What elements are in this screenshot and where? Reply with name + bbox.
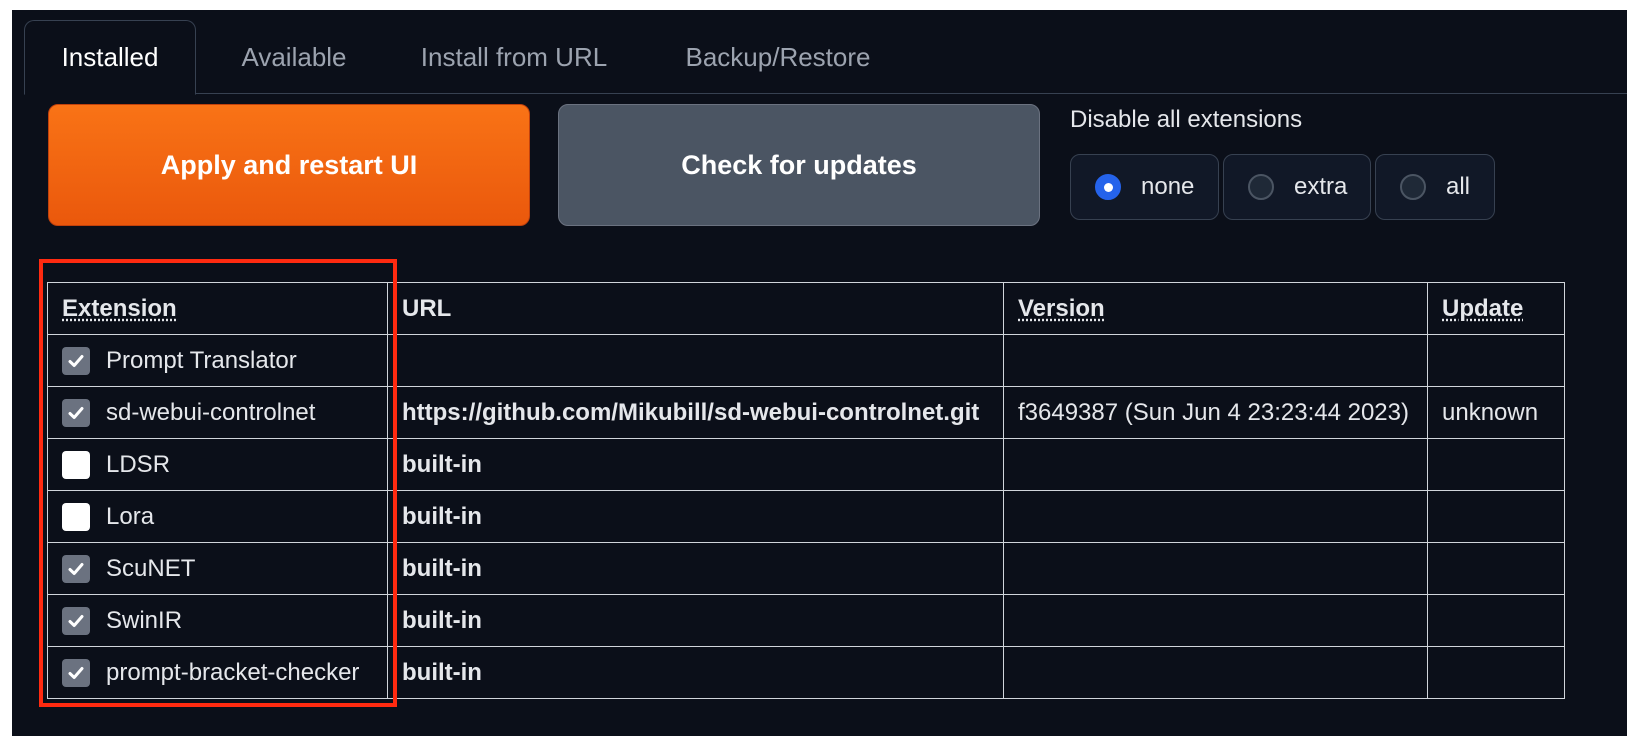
update-cell	[1427, 542, 1565, 595]
update-cell	[1427, 594, 1565, 647]
table-row: sd-webui-controlnet https://github.com/Mi…	[47, 386, 1565, 439]
table-row: Lora built-in	[47, 490, 1565, 543]
table-row: ScuNET built-in	[47, 542, 1565, 595]
header-update: Update	[1427, 282, 1565, 335]
radio-option-label: none	[1141, 173, 1195, 200]
extension-name: ScuNET	[106, 554, 196, 582]
header-version: Version	[1003, 282, 1428, 335]
extension-name: SwinIR	[106, 606, 183, 634]
checkbox-checked[interactable]	[62, 606, 90, 635]
radio-unselected-icon	[1400, 174, 1426, 200]
apply-restart-button[interactable]: Apply and restart UI	[48, 104, 530, 226]
version-cell	[1003, 334, 1428, 387]
radio-option-label: extra	[1294, 173, 1348, 200]
checkbox-checked[interactable]	[62, 398, 90, 427]
update-cell	[1427, 646, 1565, 699]
extension-cell: SwinIR	[47, 594, 388, 647]
extension-cell: sd-webui-controlnet	[47, 386, 388, 439]
radio-option-extra[interactable]: extra	[1223, 154, 1371, 220]
checkbox-checked[interactable]	[62, 554, 90, 583]
tab-install-from-url[interactable]: Install from URL	[394, 20, 634, 94]
radio-unselected-icon	[1248, 174, 1274, 200]
version-cell	[1003, 594, 1428, 647]
table-row: Prompt Translator	[47, 334, 1565, 387]
checkbox-checked[interactable]	[62, 346, 90, 375]
url-cell: built-in	[387, 542, 1004, 595]
extension-cell: ScuNET	[47, 542, 388, 595]
tab-bar: Installed Available Install from URL Bac…	[24, 20, 1627, 95]
check-updates-button[interactable]: Check for updates	[558, 104, 1040, 226]
table-row: LDSR built-in	[47, 438, 1565, 491]
update-cell	[1427, 438, 1565, 491]
extension-cell: LDSR	[47, 438, 388, 491]
version-cell	[1003, 542, 1428, 595]
tab-installed[interactable]: Installed	[24, 20, 196, 95]
tab-available[interactable]: Available	[204, 20, 384, 94]
tab-backup-restore[interactable]: Backup/Restore	[658, 20, 898, 94]
update-cell: unknown	[1427, 386, 1565, 439]
extension-name: prompt-bracket-checker	[106, 658, 360, 686]
extension-cell: prompt-bracket-checker	[47, 646, 388, 699]
extension-name: LDSR	[106, 450, 171, 478]
extension-name: sd-webui-controlnet	[106, 398, 316, 426]
disable-extensions-label: Disable all extensions	[1070, 106, 1303, 133]
extension-name: Lora	[106, 502, 155, 530]
version-cell	[1003, 646, 1428, 699]
radio-option-label: all	[1446, 173, 1471, 200]
radio-option-all[interactable]: all	[1375, 154, 1495, 220]
url-cell: built-in	[387, 646, 1004, 699]
header-url: URL	[387, 282, 1004, 335]
version-cell	[1003, 438, 1428, 491]
checkbox-unchecked[interactable]	[62, 450, 90, 479]
update-cell	[1427, 334, 1565, 387]
version-cell: f3649387 (Sun Jun 4 23:23:44 2023)	[1003, 386, 1428, 439]
url-cell: https://github.com/Mikubill/sd-webui-con…	[387, 386, 1004, 439]
url-cell: built-in	[387, 594, 1004, 647]
table-row: SwinIR built-in	[47, 594, 1565, 647]
extensions-table: Extension URL Version Update Prompt Tran…	[47, 282, 1565, 699]
table-row: prompt-bracket-checker built-in	[47, 646, 1565, 699]
checkbox-checked[interactable]	[62, 658, 90, 687]
version-cell	[1003, 490, 1428, 543]
extension-cell: Lora	[47, 490, 388, 543]
url-cell: built-in	[387, 490, 1004, 543]
table-header-row: Extension URL Version Update	[47, 282, 1565, 335]
url-cell	[387, 334, 1004, 387]
radio-option-none[interactable]: none	[1070, 154, 1219, 220]
header-extension: Extension	[47, 282, 388, 335]
extension-cell: Prompt Translator	[47, 334, 388, 387]
url-cell: built-in	[387, 438, 1004, 491]
extension-name: Prompt Translator	[106, 346, 297, 374]
update-cell	[1427, 490, 1565, 543]
checkbox-unchecked[interactable]	[62, 502, 90, 531]
radio-selected-icon	[1095, 174, 1121, 200]
extensions-panel: Installed Available Install from URL Bac…	[12, 10, 1627, 736]
